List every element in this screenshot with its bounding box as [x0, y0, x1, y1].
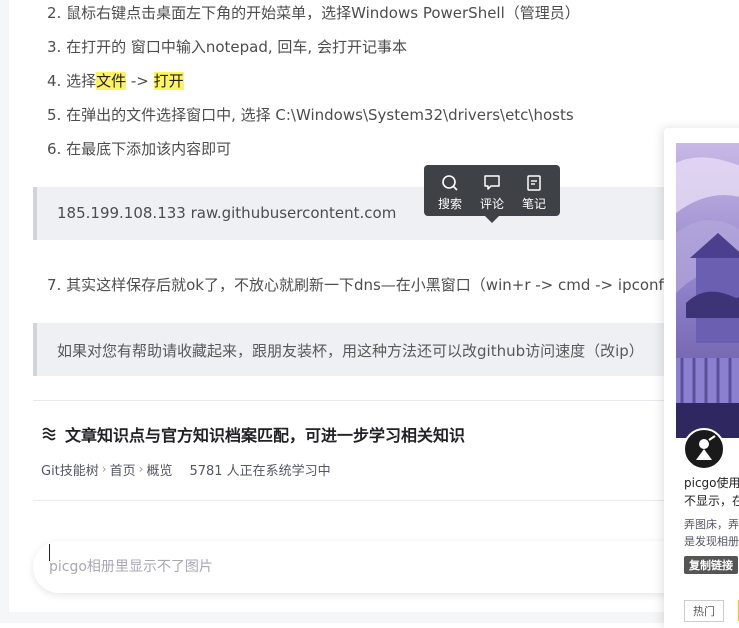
highlight-open: 打开 [153, 72, 184, 90]
avatar[interactable] [683, 428, 725, 470]
copy-link-button[interactable]: 复制链接 [684, 556, 738, 574]
card-description: 弄图床，弄 是发现相册 [684, 518, 739, 548]
breadcrumb-git-skill-tree[interactable]: Git技能树 [41, 460, 99, 479]
quote-text: 如果对您有帮助请收藏起来，跟朋友装杯，用这种方法还可以改github访问速度（改… [57, 342, 644, 360]
skill-tree-icon [42, 427, 56, 441]
quote-block: 如果对您有帮助请收藏起来，跟朋友装杯，用这种方法还可以改github访问速度（改… [33, 323, 739, 376]
chevron-right-icon: › [138, 462, 144, 476]
knowledge-title[interactable]: 文章知识点与官方知识档案匹配，可进一步学习相关知识 [41, 422, 465, 446]
code-text[interactable]: 185.199.108.133 raw.githubusercontent.co… [57, 204, 396, 222]
card-title[interactable]: picgo使用 不显示，在 [684, 474, 739, 510]
popup-search-button[interactable]: 搜索 [430, 174, 470, 212]
code-block[interactable]: 185.199.108.133 raw.githubusercontent.co… [33, 187, 739, 240]
knowledge-title-text: 文章知识点与官方知识档案匹配，可进一步学习相关知识 [65, 426, 466, 445]
divider [33, 400, 739, 401]
comment-placeholder: picgo相册里显示不了图片 [49, 559, 213, 575]
article-content: 2. 鼠标右键点击桌面左下角的开始菜单，选择Windows PowerShell… [33, 0, 739, 623]
comment-icon [484, 175, 500, 190]
bottom-band [0, 612, 739, 623]
selection-popup: 搜索 评论 笔记 [424, 165, 560, 223]
search-icon [442, 175, 458, 191]
comment-input[interactable]: picgo相册里显示不了图片 [33, 541, 739, 593]
breadcrumb-overview[interactable]: 概览 [146, 460, 172, 479]
page-left-strip [0, 0, 9, 623]
note-icon [527, 175, 541, 191]
chevron-right-icon: › [101, 462, 107, 476]
highlight-file: 文件 [96, 72, 127, 90]
divider [33, 500, 739, 501]
step-5: 5. 在弹出的文件选择窗口中, 选择 C:\Windows\System32\d… [47, 106, 574, 124]
step-3: 3. 在打开的 窗口中输入notepad, 回车, 会打开记事本 [47, 38, 407, 56]
learner-count: 5781 人正在系统学习中 [189, 463, 331, 479]
avatar-figure-icon [696, 435, 716, 460]
step-4: 4. 选择文件 -> 打开 [47, 72, 184, 90]
knowledge-breadcrumb: Git技能树 › 首页 › 概览 5781 人正在系统学习中 [41, 459, 331, 479]
card-cover-image [676, 143, 739, 438]
recommend-card[interactable]: picgo使用 不显示，在 弄图床，弄 是发现相册 复制链接 热门 [664, 128, 739, 628]
step-2: 2. 鼠标右键点击桌面左下角的开始菜单，选择Windows PowerShell… [47, 4, 580, 22]
popup-comment-button[interactable]: 评论 [472, 174, 512, 212]
step-6: 6. 在最底下添加该内容即可 [47, 140, 232, 158]
step-7: 7. 其实这样保存后就ok了，不放心就刷新一下dns—在小黑窗口（win+r -… [47, 276, 739, 294]
breadcrumb-home[interactable]: 首页 [110, 460, 136, 479]
popup-note-button[interactable]: 笔记 [514, 174, 554, 212]
tab-hot[interactable]: 热门 [684, 600, 724, 622]
